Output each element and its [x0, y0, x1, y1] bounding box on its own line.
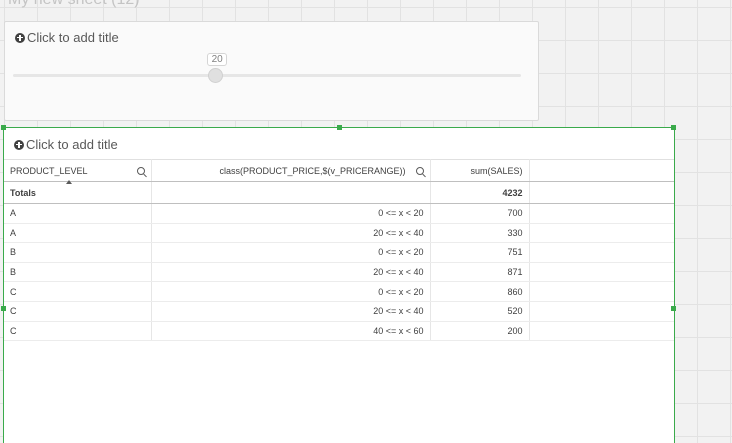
cell-sum-sales[interactable]: 330	[430, 223, 530, 244]
cell-filler	[529, 262, 674, 283]
cell-sum-sales[interactable]: 520	[430, 301, 530, 322]
cell-sum-sales[interactable]: 860	[430, 281, 530, 302]
filter-pane[interactable]: Click to add title 20	[4, 21, 539, 121]
search-icon[interactable]	[136, 166, 145, 175]
cell-filler	[529, 223, 674, 244]
resize-handle-top-left[interactable]	[1, 125, 6, 130]
totals-empty	[151, 181, 431, 204]
cell-price-class[interactable]: 0 <= x < 20	[151, 242, 431, 263]
column-header-label: class(PRODUCT_PRICE,$(v_PRICERANGE))	[219, 165, 406, 176]
table-pane-title-text: Click to add title	[26, 137, 118, 152]
cell-sum-sales[interactable]: 700	[430, 203, 530, 224]
table-row[interactable]: C 40 <= x < 60 200	[4, 321, 674, 342]
search-icon[interactable]	[415, 166, 424, 175]
table-row[interactable]: B 20 <= x < 40 871	[4, 262, 674, 283]
column-header-label: sum(SALES)	[470, 165, 523, 176]
cell-sum-sales[interactable]: 200	[430, 321, 530, 342]
cell-product-level[interactable]: B	[4, 262, 152, 283]
data-table: PRODUCT_LEVEL class(PRODUCT_PRICE,$(v_PR…	[4, 159, 674, 342]
table-pane-title[interactable]: Click to add title	[14, 137, 118, 152]
table-row[interactable]: C0 <= x < 20 860	[4, 281, 674, 302]
column-header-sum-sales[interactable]: sum(SALES)	[430, 159, 530, 182]
column-header-empty	[529, 159, 674, 182]
totals-row: Totals 4232	[4, 181, 674, 204]
cell-filler	[529, 321, 674, 342]
add-circle-icon	[14, 139, 24, 150]
cell-product-level[interactable]: C	[4, 321, 152, 342]
cell-sum-sales[interactable]: 751	[430, 242, 530, 263]
column-header-product-level[interactable]: PRODUCT_LEVEL	[4, 159, 152, 184]
cell-filler	[529, 281, 674, 302]
cell-product-level[interactable]: B	[4, 242, 152, 263]
table-header-row: PRODUCT_LEVEL class(PRODUCT_PRICE,$(v_PR…	[4, 159, 674, 184]
cell-price-class[interactable]: 20 <= x < 40	[151, 301, 431, 322]
totals-label: Totals	[4, 181, 152, 204]
cell-sum-sales[interactable]: 871	[430, 262, 530, 283]
cell-price-class[interactable]: 0 <= x < 20	[151, 203, 431, 224]
cell-filler	[529, 242, 674, 263]
cell-price-class[interactable]: 40 <= x < 60	[151, 321, 431, 342]
add-circle-icon	[15, 32, 25, 43]
table-row[interactable]: C 20 <= x < 40 520	[4, 301, 674, 322]
totals-filler	[529, 181, 674, 204]
filter-pane-title[interactable]: Click to add title	[15, 30, 119, 45]
resize-handle-top-center[interactable]	[337, 125, 342, 130]
resize-handle-top-right[interactable]	[671, 125, 676, 130]
slider-track[interactable]	[13, 74, 521, 77]
cell-price-class[interactable]: 20 <= x < 40	[151, 262, 431, 283]
cell-filler	[529, 301, 674, 322]
cell-filler	[529, 203, 674, 224]
cell-product-level[interactable]: A	[4, 203, 152, 224]
table-row[interactable]: A 20 <= x < 40 330	[4, 223, 674, 244]
slider-value-bubble: 20	[207, 53, 228, 66]
totals-value: 4232	[430, 181, 530, 204]
slider-handle[interactable]	[208, 68, 224, 83]
cell-price-class[interactable]: 20 <= x < 40	[151, 223, 431, 244]
sheet-title: My new sheet (12)	[8, 0, 140, 9]
filter-pane-title-text: Click to add title	[27, 30, 119, 45]
sort-ascending-icon	[66, 179, 72, 184]
table-row[interactable]: A0 <= x < 20 700	[4, 203, 674, 224]
table-pane[interactable]: Click to add title PRODUCT_LEVEL class(P…	[1, 125, 676, 443]
cell-price-class[interactable]: 0 <= x < 20	[151, 281, 431, 302]
column-header-price-class[interactable]: class(PRODUCT_PRICE,$(v_PRICERANGE))	[151, 159, 431, 182]
table-row[interactable]: B0 <= x < 20 751	[4, 242, 674, 263]
cell-product-level[interactable]: A	[4, 223, 152, 244]
column-header-label: PRODUCT_LEVEL	[10, 165, 88, 176]
cell-product-level[interactable]: C	[4, 301, 152, 322]
cell-product-level[interactable]: C	[4, 281, 152, 302]
